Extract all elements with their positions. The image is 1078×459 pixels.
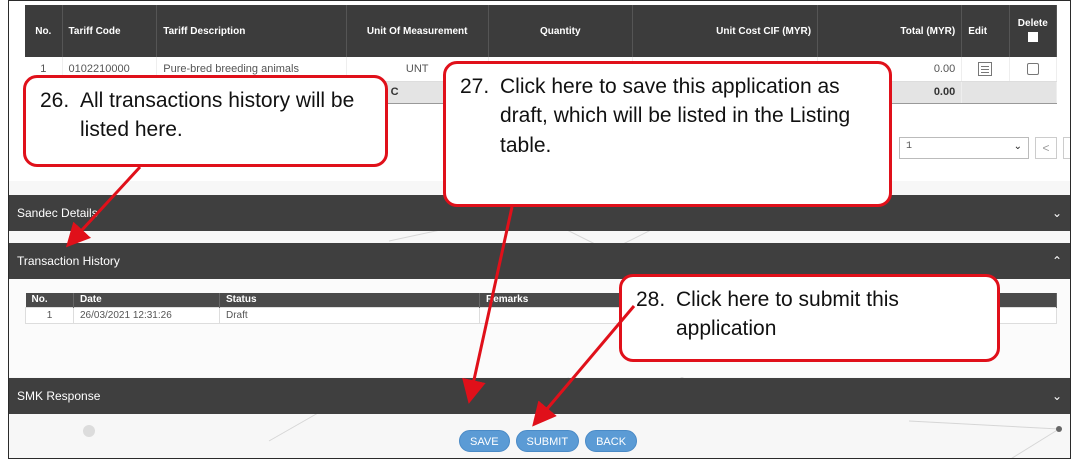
- page-select[interactable]: 1 ⌄: [899, 137, 1029, 159]
- save-button[interactable]: SAVE: [459, 430, 510, 452]
- page-select-value: 1: [906, 141, 913, 152]
- col-header-no: No.: [25, 5, 63, 57]
- col-header-total: Total (MYR): [817, 5, 963, 57]
- section-smk-response[interactable]: SMK Response ⌄: [9, 378, 1070, 414]
- chevron-down-icon: ⌄: [1051, 206, 1062, 220]
- action-buttons: SAVE SUBMIT BACK: [459, 430, 638, 452]
- prev-page-button[interactable]: <: [1035, 137, 1057, 159]
- submit-button[interactable]: SUBMIT: [515, 430, 580, 452]
- col-header-edit: Edit: [961, 5, 1010, 57]
- col-header-quantity: Quantity: [488, 5, 633, 57]
- callout-26-text: All transactions history will be listed …: [80, 89, 355, 142]
- callout-26-number: 26.: [40, 89, 70, 112]
- callout-27: 27. Click here to save this application …: [443, 61, 892, 207]
- chevron-down-icon: ⌄: [1013, 141, 1022, 152]
- section-smk-title: SMK Response: [17, 389, 101, 403]
- col-header-uom: Unit Of Measurement: [346, 5, 489, 57]
- callout-27-text: Click here to save this application as d…: [500, 75, 851, 157]
- delete-checkbox[interactable]: [1026, 62, 1039, 75]
- callout-28-number: 28.: [636, 288, 666, 311]
- back-button[interactable]: BACK: [585, 430, 638, 452]
- hist-row-no: 1: [25, 306, 74, 324]
- section-sandec-title: Sandec Details: [17, 206, 98, 220]
- callout-28-text: Click here to submit this application: [676, 288, 899, 341]
- pagination: 1 ⌄ < >: [899, 137, 1070, 159]
- hist-header-date: Date: [73, 293, 220, 307]
- hist-row-date: 26/03/2021 12:31:26: [73, 306, 220, 324]
- hist-header-no: No.: [25, 293, 74, 307]
- section-history-title: Transaction History: [17, 254, 120, 268]
- hist-header-status: Status: [219, 293, 480, 307]
- chevron-down-icon: ⌄: [1051, 389, 1062, 403]
- edit-icon[interactable]: [978, 61, 993, 76]
- col-header-delete: Delete: [1009, 5, 1058, 57]
- callout-27-number: 27.: [460, 75, 490, 98]
- col-header-unit-cost: Unit Cost CIF (MYR): [632, 5, 819, 57]
- col-header-delete-label: Delete: [1017, 17, 1048, 29]
- select-all-checkbox[interactable]: [1027, 31, 1038, 42]
- callout-28: 28. Click here to submit this applicatio…: [619, 274, 1000, 362]
- callout-26: 26. All transactions history will be lis…: [23, 75, 388, 167]
- col-header-tariff-code: Tariff Code: [62, 5, 158, 57]
- chevron-up-icon: ⌃: [1051, 254, 1062, 268]
- next-page-button[interactable]: >: [1063, 137, 1070, 159]
- col-header-tariff-description: Tariff Description: [156, 5, 347, 57]
- hist-row-status: Draft: [219, 306, 480, 324]
